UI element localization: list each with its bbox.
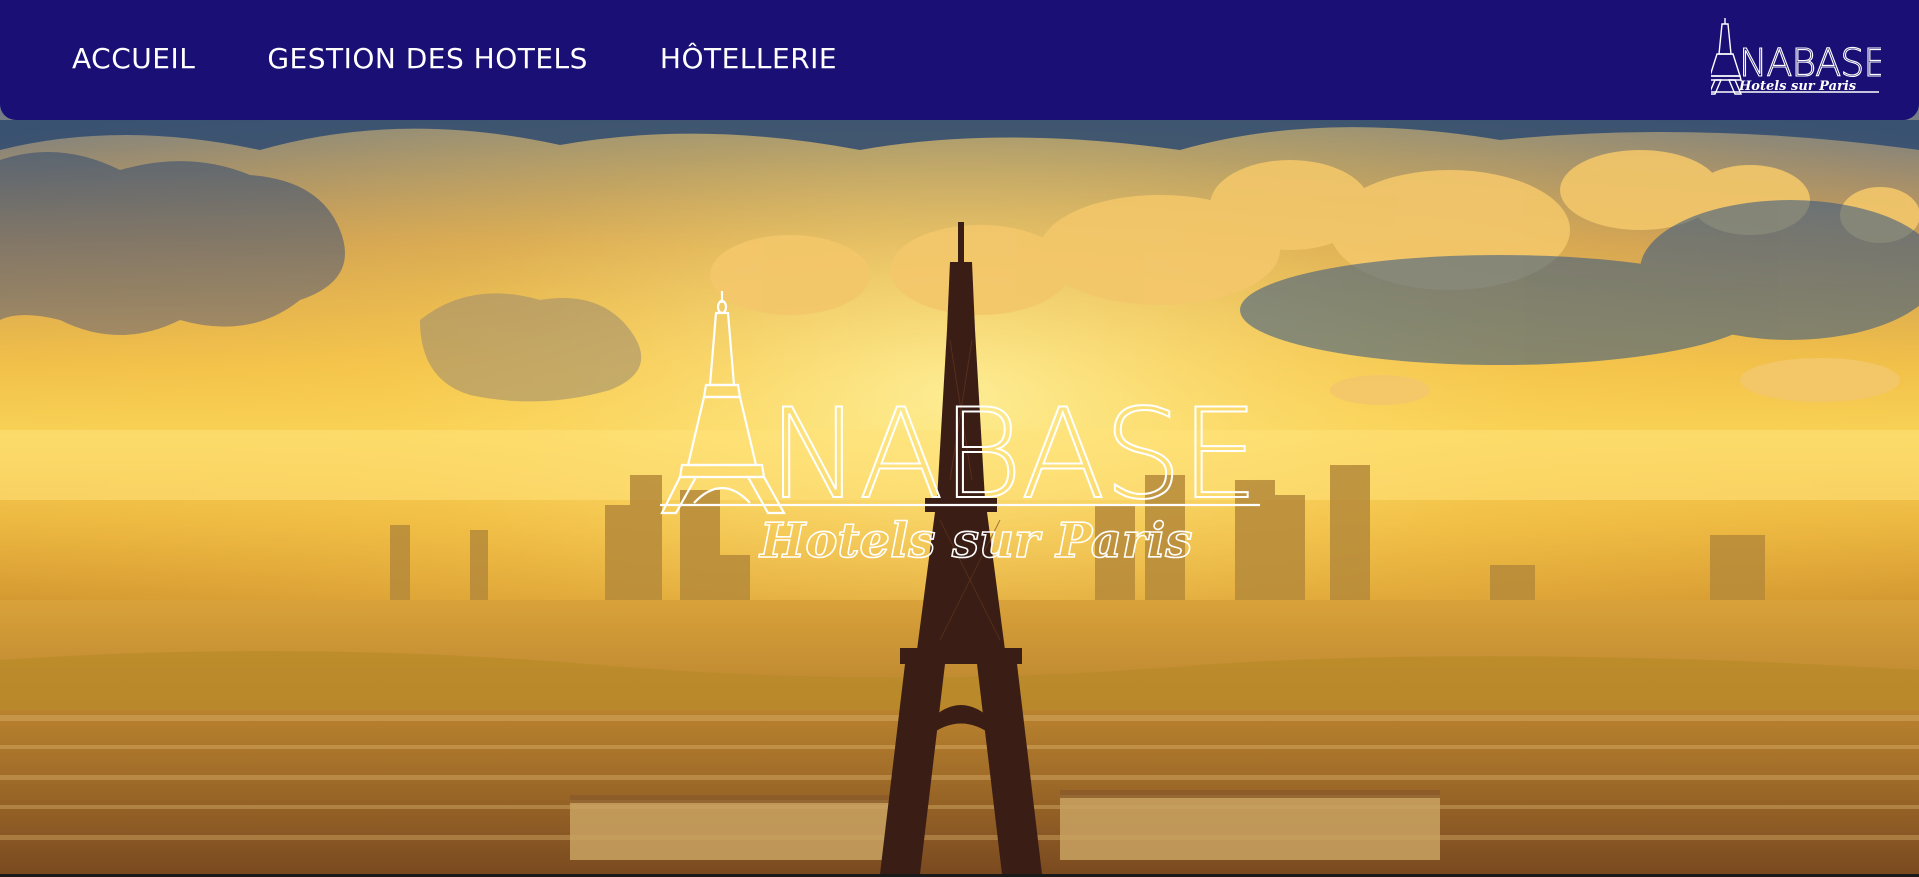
- top-navbar: ACCUEIL GESTION DES HOTELS HÔTELLERIE NA…: [0, 0, 1919, 120]
- logo-subtitle: Hotels sur Paris: [758, 513, 1192, 569]
- logo-title: NABASE: [768, 383, 1257, 527]
- page: NABASE Hotels sur Paris ACCUEIL GESTION …: [0, 0, 1919, 877]
- nav-link-accueil[interactable]: ACCUEIL: [72, 42, 195, 75]
- hero-logo: NABASE Hotels sur Paris: [660, 291, 1260, 570]
- nav-logo[interactable]: NABASE Hotels sur Paris: [1711, 16, 1881, 96]
- nav-logo-subtitle: Hotels sur Paris: [1738, 79, 1857, 94]
- hero-banner: NABASE Hotels sur Paris: [0, 0, 1919, 874]
- nav-link-gestion-des-hotels[interactable]: GESTION DES HOTELS: [267, 42, 588, 75]
- nav-links: ACCUEIL GESTION DES HOTELS HÔTELLERIE: [72, 0, 837, 116]
- nav-link-hotellerie[interactable]: HÔTELLERIE: [660, 42, 837, 75]
